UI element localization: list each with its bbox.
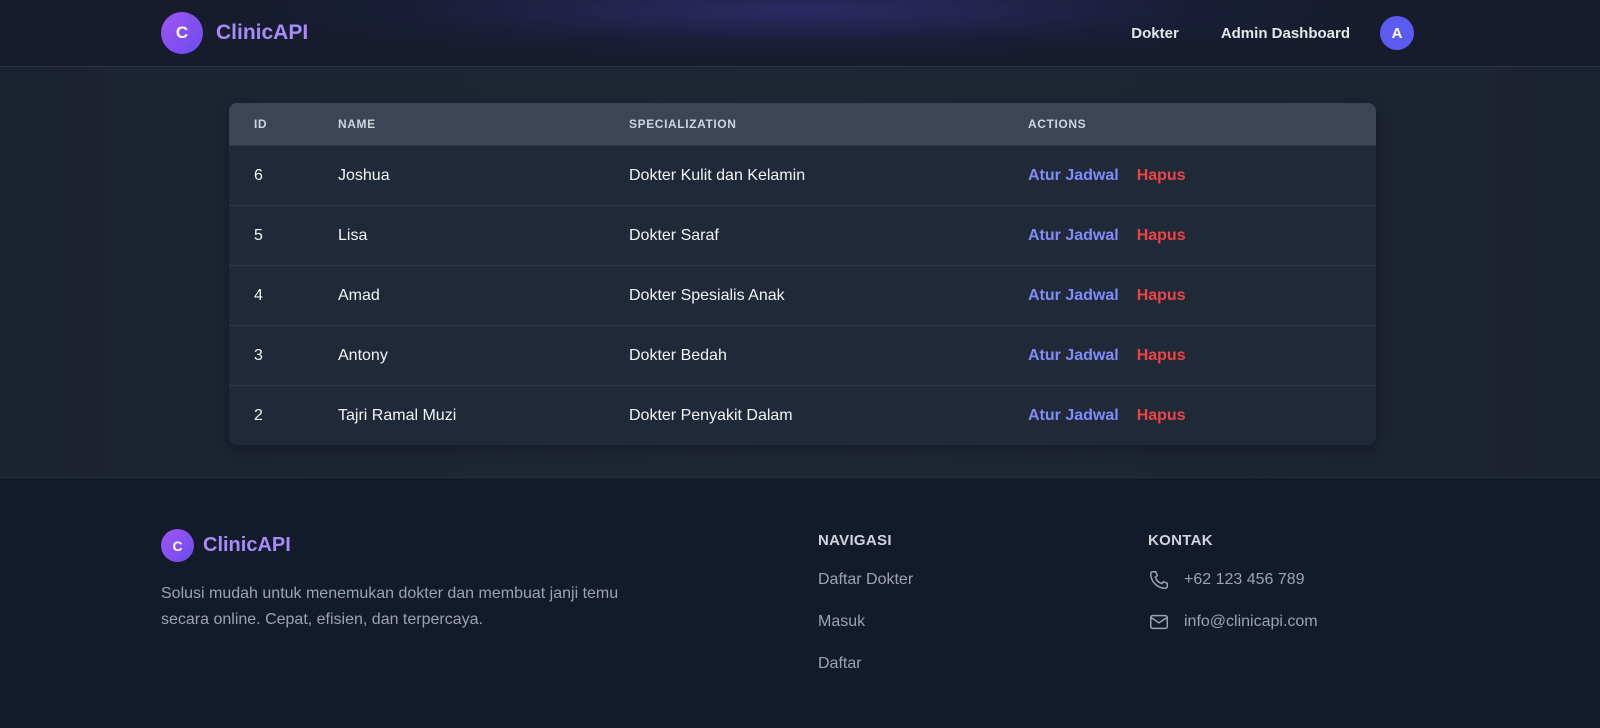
- table-row: 2 Tajri Ramal Muzi Dokter Penyakit Dalam…: [229, 385, 1376, 445]
- column-header-actions: ACTIONS: [1028, 117, 1087, 131]
- footer-brand[interactable]: C ClinicAPI: [161, 529, 291, 562]
- cell-actions: Atur Jadwal Hapus: [1028, 167, 1376, 185]
- cell-id: 6: [254, 166, 263, 184]
- footer-contact-title: KONTAK: [1148, 532, 1213, 549]
- cell-name: Antony: [338, 346, 388, 364]
- column-header-specialization: SPECIALIZATION: [629, 117, 737, 131]
- contact-phone: +62 123 456 789: [1148, 569, 1305, 591]
- footer-logo-icon: C: [161, 529, 194, 562]
- footer-description: Solusi mudah untuk menemukan dokter dan …: [161, 585, 619, 628]
- logo-icon: C: [161, 12, 203, 54]
- cell-actions: Atur Jadwal Hapus: [1028, 347, 1376, 365]
- nav-link-admin-dashboard[interactable]: Admin Dashboard: [1221, 25, 1350, 42]
- footer-link-masuk[interactable]: Masuk: [818, 613, 865, 631]
- hapus-button[interactable]: Hapus: [1137, 227, 1186, 245]
- cell-id: 4: [254, 286, 263, 304]
- table-row: 6 Joshua Dokter Kulit dan Kelamin Atur J…: [229, 145, 1376, 205]
- table-row: 5 Lisa Dokter Saraf Atur Jadwal Hapus: [229, 205, 1376, 265]
- footer-brand-name: ClinicAPI: [203, 534, 291, 556]
- top-navbar: C ClinicAPI Dokter Admin Dashboard A: [0, 0, 1600, 67]
- nav-link-dokter[interactable]: Dokter: [1131, 25, 1179, 42]
- cell-specialization: Dokter Spesialis Anak: [629, 286, 785, 304]
- site-footer: C ClinicAPI Solusi mudah untuk menemukan…: [0, 477, 1600, 728]
- atur-jadwal-link[interactable]: Atur Jadwal: [1028, 167, 1119, 185]
- hapus-button[interactable]: Hapus: [1137, 287, 1186, 305]
- cell-specialization: Dokter Saraf: [629, 226, 719, 244]
- phone-icon: [1148, 569, 1170, 591]
- hapus-button[interactable]: Hapus: [1137, 407, 1186, 425]
- footer-link-daftar-dokter[interactable]: Daftar Dokter: [818, 571, 913, 589]
- main-nav: Dokter Admin Dashboard A: [1089, 16, 1414, 50]
- cell-specialization: Dokter Kulit dan Kelamin: [629, 166, 806, 184]
- atur-jadwal-link[interactable]: Atur Jadwal: [1028, 227, 1119, 245]
- footer-link-daftar[interactable]: Daftar: [818, 655, 862, 673]
- column-header-id: ID: [254, 117, 268, 131]
- cell-name: Lisa: [338, 226, 368, 244]
- cell-specialization: Dokter Bedah: [629, 346, 727, 364]
- user-avatar[interactable]: A: [1380, 16, 1414, 50]
- doctors-table: ID NAME SPECIALIZATION ACTIONS 6 Joshua …: [229, 103, 1376, 445]
- cell-specialization: Dokter Penyakit Dalam: [629, 406, 793, 424]
- column-header-name: NAME: [338, 117, 376, 131]
- cell-id: 5: [254, 226, 263, 244]
- main-content: ID NAME SPECIALIZATION ACTIONS 6 Joshua …: [0, 67, 1600, 477]
- cell-actions: Atur Jadwal Hapus: [1028, 227, 1376, 245]
- table-header: ID NAME SPECIALIZATION ACTIONS: [229, 103, 1376, 145]
- cell-id: 2: [254, 406, 263, 424]
- table-row: 3 Antony Dokter Bedah Atur Jadwal Hapus: [229, 325, 1376, 385]
- hapus-button[interactable]: Hapus: [1137, 167, 1186, 185]
- contact-email: info@clinicapi.com: [1148, 611, 1318, 633]
- brand-name: ClinicAPI: [216, 21, 309, 44]
- cell-name: Amad: [338, 286, 380, 304]
- atur-jadwal-link[interactable]: Atur Jadwal: [1028, 287, 1119, 305]
- cell-actions: Atur Jadwal Hapus: [1028, 287, 1376, 305]
- hapus-button[interactable]: Hapus: [1137, 347, 1186, 365]
- atur-jadwal-link[interactable]: Atur Jadwal: [1028, 407, 1119, 425]
- mail-icon: [1148, 611, 1170, 633]
- cell-id: 3: [254, 346, 263, 364]
- phone-number: +62 123 456 789: [1184, 571, 1305, 588]
- brand-link[interactable]: C ClinicAPI: [161, 12, 308, 54]
- table-row: 4 Amad Dokter Spesialis Anak Atur Jadwal…: [229, 265, 1376, 325]
- cell-name: Joshua: [338, 166, 390, 184]
- cell-name: Tajri Ramal Muzi: [338, 406, 457, 424]
- email-address[interactable]: info@clinicapi.com: [1184, 613, 1318, 631]
- cell-actions: Atur Jadwal Hapus: [1028, 407, 1376, 425]
- footer-nav-title: NAVIGASI: [818, 532, 892, 549]
- atur-jadwal-link[interactable]: Atur Jadwal: [1028, 347, 1119, 365]
